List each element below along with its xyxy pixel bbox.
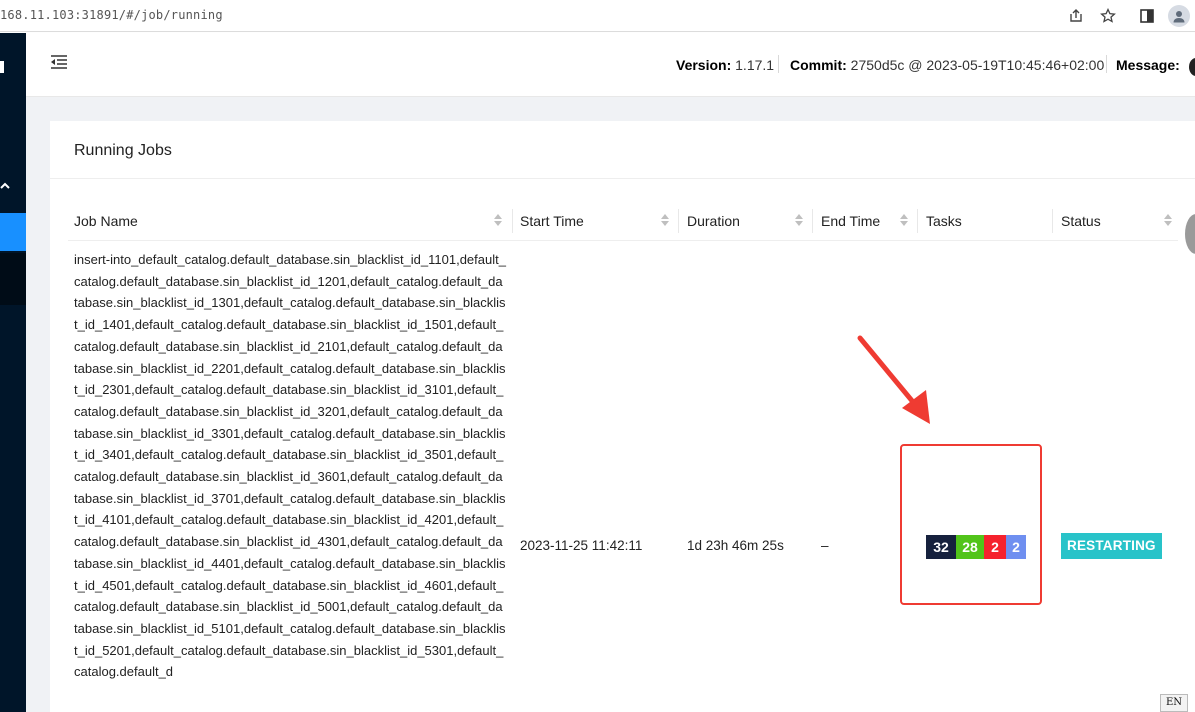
- url-host: 168.11.103:31891: [0, 8, 119, 22]
- message-info: Message:: [1116, 57, 1180, 73]
- start-time-cell: 2023-11-25 11:42:11: [520, 538, 643, 553]
- column-divider: [1052, 209, 1053, 233]
- annotation-highlight-box: [900, 444, 1042, 605]
- column-divider: [812, 209, 813, 233]
- commit-info: Commit: 2750d5c @ 2023-05-19T10:45:46+02…: [790, 57, 1104, 73]
- sidebar: [0, 33, 26, 712]
- version-label: Version:: [676, 57, 732, 73]
- column-divider: [512, 209, 513, 233]
- column-header-tasks: Tasks: [926, 213, 962, 229]
- sidebar-nav-icon[interactable]: [0, 61, 4, 73]
- sidebar-submenu[interactable]: [0, 253, 26, 305]
- app-header: Version: 1.17.1 Commit: 2750d5c @ 2023-0…: [26, 33, 1195, 97]
- address-bar[interactable]: 168.11.103:31891/#/job/running: [0, 8, 223, 22]
- menu-fold-icon[interactable]: [50, 54, 68, 72]
- commit-label: Commit:: [790, 57, 847, 73]
- column-header-start-time[interactable]: Start Time: [520, 213, 584, 229]
- column-header-job-name[interactable]: Job Name: [74, 213, 138, 229]
- sort-icon[interactable]: [900, 213, 908, 227]
- column-header-status[interactable]: Status: [1061, 213, 1101, 229]
- column-divider: [678, 209, 679, 233]
- card-title: Running Jobs: [74, 142, 172, 159]
- share-icon[interactable]: [1065, 5, 1087, 27]
- column-header-duration[interactable]: Duration: [687, 213, 740, 229]
- profile-icon[interactable]: [1168, 5, 1190, 27]
- browser-toolbar: 168.11.103:31891/#/job/running: [0, 0, 1195, 32]
- chevron-up-icon[interactable]: [0, 179, 10, 193]
- sidebar-panel-icon[interactable]: [1136, 5, 1158, 27]
- ime-indicator[interactable]: EN: [1160, 694, 1188, 712]
- column-header-end-time[interactable]: End Time: [821, 213, 880, 229]
- sort-icon[interactable]: [1164, 213, 1172, 227]
- card-divider: [50, 178, 1195, 179]
- header-divider: [778, 55, 779, 73]
- sidebar-item-running-jobs[interactable]: [0, 213, 26, 251]
- star-icon[interactable]: [1097, 5, 1119, 27]
- sort-icon[interactable]: [661, 213, 669, 227]
- header-divider: [1106, 55, 1107, 73]
- message-label: Message:: [1116, 57, 1180, 73]
- sort-icon[interactable]: [795, 213, 803, 227]
- column-divider: [917, 209, 918, 233]
- version-info: Version: 1.17.1: [676, 57, 774, 73]
- running-jobs-card: Running Jobs Job Name Start Time Duratio…: [50, 121, 1195, 712]
- table-header-divider: [68, 240, 1178, 241]
- end-time-cell: –: [821, 538, 829, 553]
- commit-value: 2750d5c @ 2023-05-19T10:45:46+02:00: [850, 57, 1105, 73]
- sort-icon[interactable]: [494, 213, 502, 227]
- version-value: 1.17.1: [735, 57, 775, 73]
- message-indicator[interactable]: [1189, 58, 1195, 76]
- duration-cell: 1d 23h 46m 25s: [687, 538, 784, 553]
- status-badge: RESTARTING: [1061, 533, 1162, 559]
- url-path: /#/job/running: [118, 8, 223, 22]
- job-name-cell[interactable]: insert-into_default_catalog.default_data…: [74, 249, 506, 683]
- annotation-arrow: [857, 335, 930, 424]
